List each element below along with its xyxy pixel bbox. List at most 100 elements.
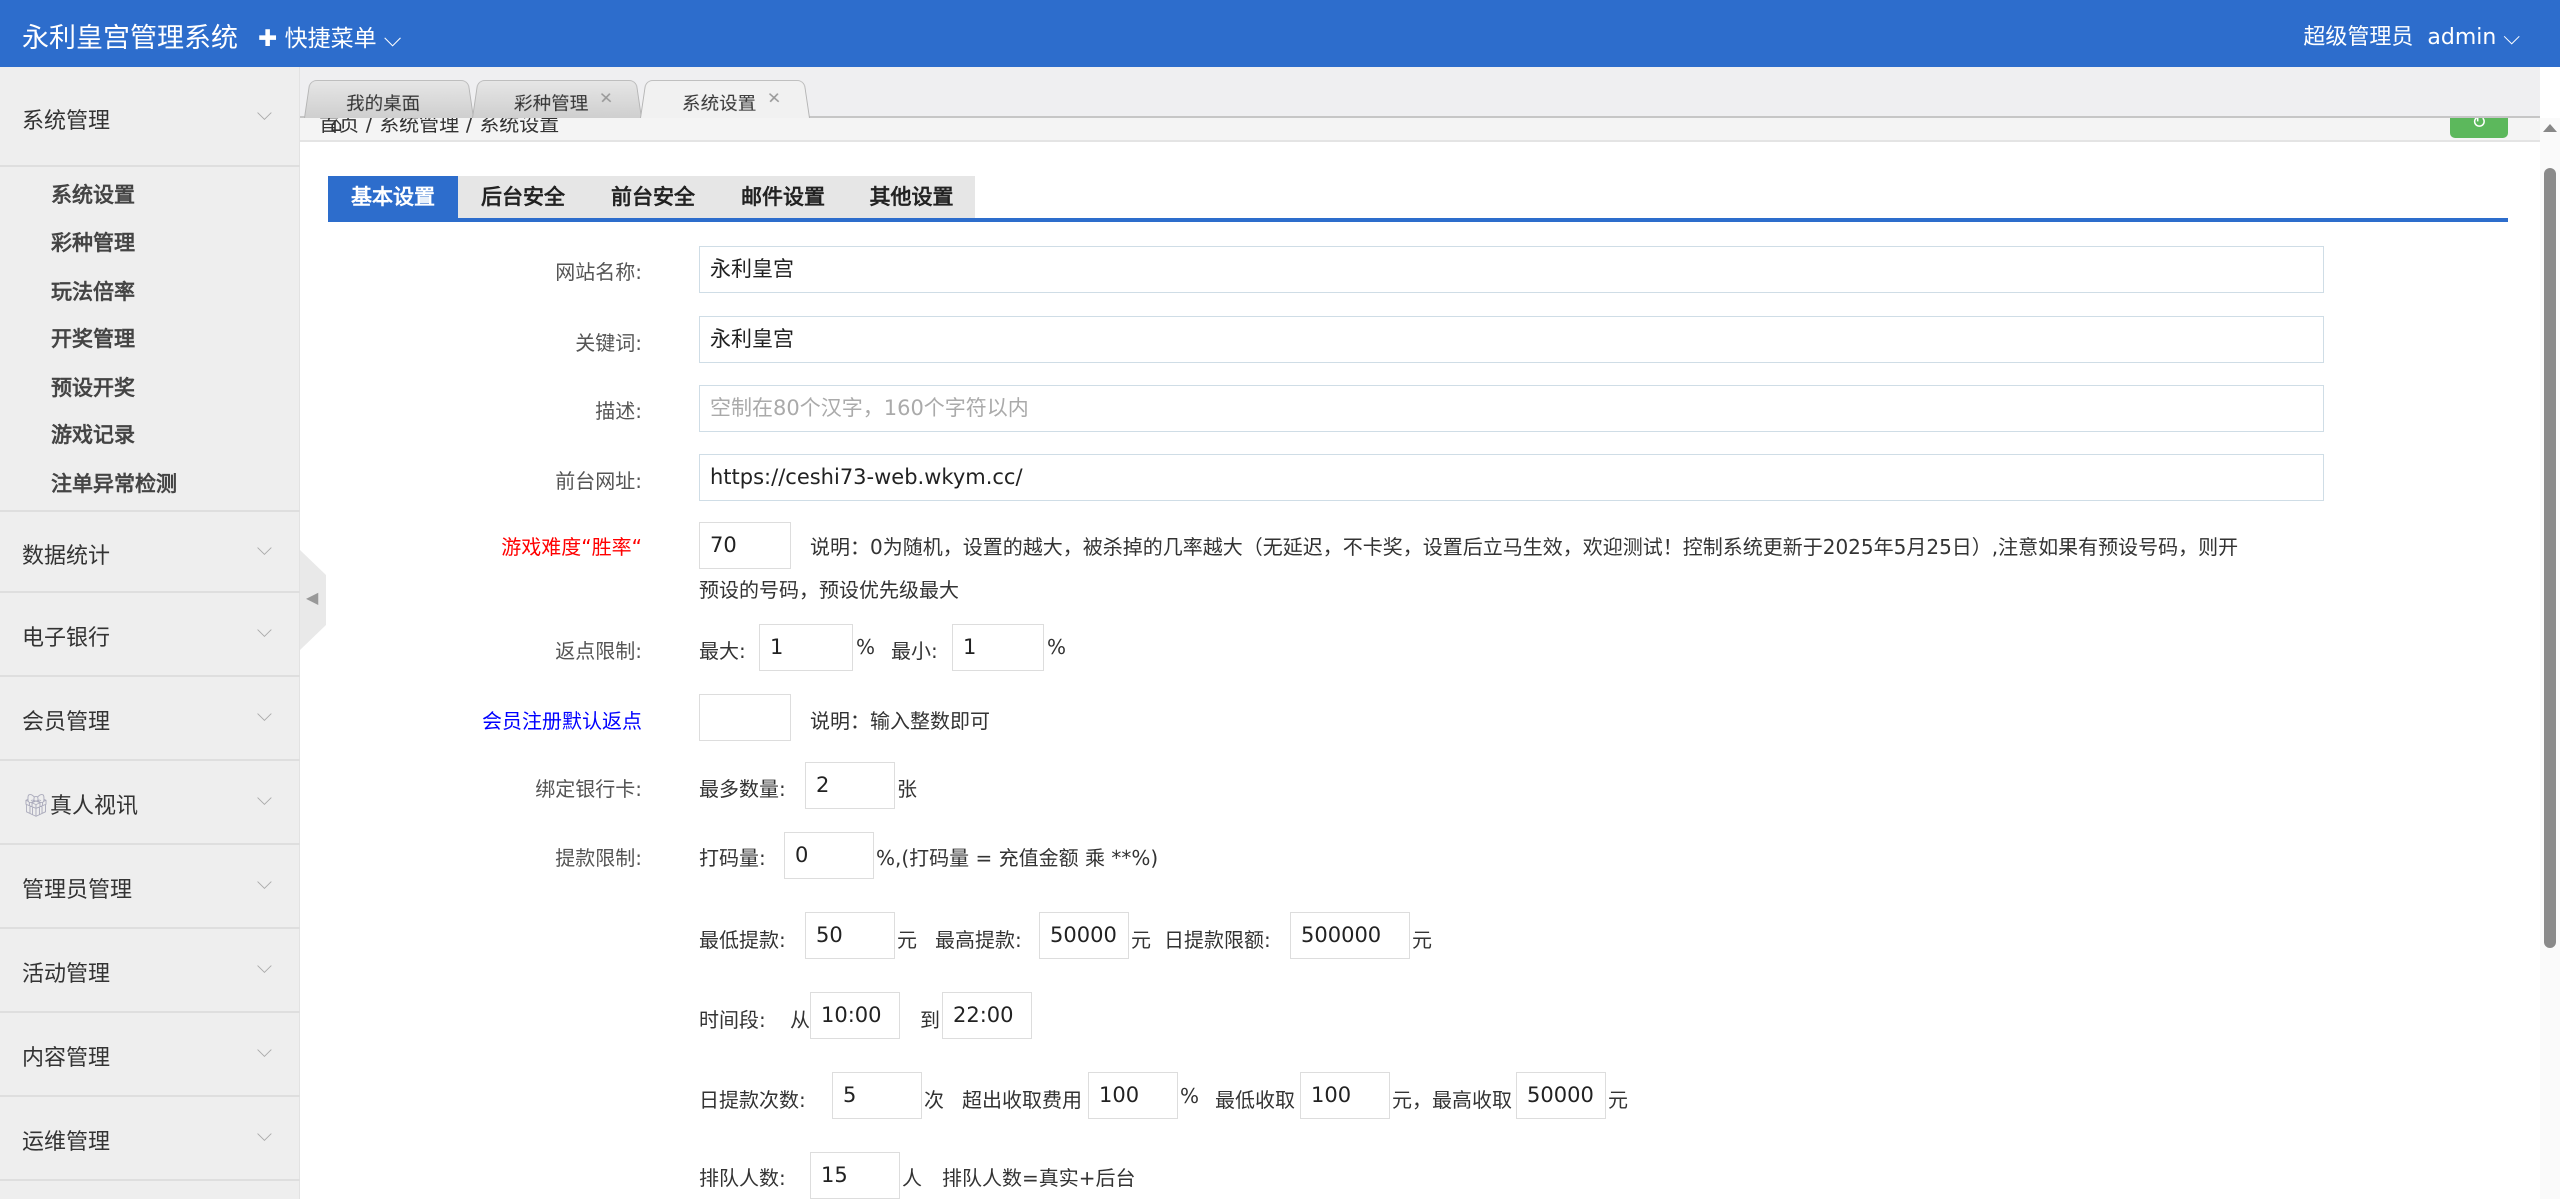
rebate-min-input[interactable]: 1	[952, 624, 1044, 671]
difficulty-note-2: 预设的号码，预设优先级最大	[699, 578, 959, 602]
reg-rebate-input[interactable]	[699, 694, 791, 741]
group-label: 系统管理	[22, 109, 111, 134]
tab-admin-security[interactable]: 后台安全	[458, 176, 588, 218]
unit-label: 元	[897, 928, 917, 952]
sidebar-group-admins[interactable]: 管理员管理 ⌵	[0, 846, 300, 929]
rebate-max-input[interactable]: 1	[759, 624, 853, 671]
breadcrumb-level2: 系统设置	[479, 118, 560, 136]
daily-count-input[interactable]: 5	[832, 1072, 922, 1119]
bet-note: %,(打码量 = 充值金额 乘 **%)	[876, 846, 1159, 870]
sidebar-group-stats[interactable]: 数据统计 ⌵	[0, 510, 300, 593]
difficulty-input[interactable]: 70	[699, 522, 791, 569]
reg-rebate-note: 说明：输入整数即可	[810, 709, 990, 733]
scrollbar-thumb[interactable]	[2544, 168, 2556, 948]
description-input[interactable]: 空制在80个汉字，160个字符以内	[699, 385, 2324, 432]
scroll-up-icon[interactable]	[2543, 124, 2557, 132]
tab-lottery[interactable]: 彩种管理 ✕	[472, 79, 642, 118]
tab-other[interactable]: 其他设置	[848, 176, 975, 218]
refresh-icon: ↻	[2471, 118, 2487, 133]
tab-email[interactable]: 邮件设置	[718, 176, 848, 218]
start-time-input[interactable]: 10:00	[810, 992, 900, 1039]
bank-max-input[interactable]: 2	[805, 762, 895, 809]
close-icon[interactable]: ✕	[767, 90, 782, 109]
group-label: 电子银行	[22, 626, 111, 651]
time-label: 时间段:	[699, 1008, 766, 1032]
user-menu[interactable]: 超级管理员 admin ⌵	[2303, 19, 2520, 51]
sidebar-item-system-settings[interactable]: 系统设置	[51, 179, 135, 209]
frontend-url-input[interactable]: https://ceshi73-web.wkym.cc/	[699, 454, 2324, 501]
sidebar-item-draw[interactable]: 开奖管理	[51, 323, 135, 353]
sidebar-item-odds[interactable]: 玩法倍率	[51, 276, 135, 306]
sidebar-item-lottery[interactable]: 彩种管理	[51, 227, 135, 257]
bank-label: 绑定银行卡:	[535, 777, 642, 801]
bank-max-label: 最多数量:	[699, 777, 786, 801]
user-role: 超级管理员	[2303, 25, 2414, 50]
rebate-min-label: 最小:	[891, 639, 938, 663]
keywords-input[interactable]: 永利皇宫	[699, 316, 2324, 363]
difficulty-label: 游戏难度“胜率“	[501, 535, 642, 559]
tab-basic[interactable]: 基本设置	[328, 176, 458, 218]
chevron-down-icon: ⌵	[256, 702, 272, 726]
gift-icon: 🎁︎	[22, 794, 50, 819]
breadcrumb-level1[interactable]: 系统管理	[379, 118, 459, 136]
sidebar-group-content[interactable]: 内容管理 ⌵	[0, 1014, 300, 1097]
chevron-down-icon: ⌵	[256, 618, 272, 642]
max-withdraw-input[interactable]: 50000	[1039, 912, 1129, 959]
site-name-input[interactable]: 永利皇宫	[699, 246, 2324, 293]
daily-limit-label: 日提款限额:	[1164, 928, 1271, 952]
plus-icon: ✚	[258, 26, 285, 52]
sidebar-item-preset-draw[interactable]: 预设开奖	[51, 372, 135, 402]
to-label: 到	[920, 1008, 940, 1032]
top-header: 永利皇宫管理系统 ✚ 快捷菜单 ⌵ 超级管理员 admin ⌵	[0, 0, 2560, 67]
bet-label: 打码量:	[699, 846, 766, 870]
unit-label: 人	[902, 1166, 922, 1190]
min-fee-label: 最低收取	[1215, 1088, 1295, 1112]
withdraw-label: 提款限制:	[555, 846, 642, 870]
chevron-down-icon: ⌵	[2496, 25, 2520, 50]
username: admin	[2427, 25, 2497, 50]
close-icon[interactable]: ✕	[599, 90, 614, 109]
max-fee-label: 元，最高收取	[1392, 1088, 1512, 1112]
group-label: 数据统计	[22, 544, 111, 569]
end-time-input[interactable]: 22:00	[942, 992, 1032, 1039]
refresh-button[interactable]: ↻	[2450, 118, 2508, 138]
tab-system-settings[interactable]: 系统设置 ✕	[640, 79, 810, 118]
sidebar-group-members[interactable]: 会员管理 ⌵	[0, 678, 300, 761]
unit-label: %	[1180, 1084, 1200, 1108]
sidebar-item-bet-anomaly[interactable]: 注单异常检测	[51, 468, 177, 498]
unit-label: %	[1047, 635, 1067, 659]
reg-rebate-label: 会员注册默认返点	[482, 709, 642, 733]
fee-input[interactable]: 100	[1088, 1072, 1178, 1119]
tab-label: 彩种管理	[513, 93, 589, 115]
sidebar: 系统管理 ⌵ 系统设置 彩种管理 玩法倍率 开奖管理 预设开奖 游戏记录 注单异常…	[0, 67, 300, 1199]
sidebar-item-game-records[interactable]: 游戏记录	[51, 419, 135, 449]
sidebar-group-ops[interactable]: 运维管理 ⌵	[0, 1098, 300, 1181]
unit-label: 张	[897, 777, 917, 801]
daily-limit-input[interactable]: 500000	[1290, 912, 1410, 959]
chevron-down-icon: ⌵	[256, 1122, 272, 1146]
breadcrumb-home[interactable]: 首页	[319, 118, 359, 136]
tab-label: 我的桌面	[345, 93, 421, 115]
chevron-down-icon: ⌵	[256, 536, 272, 560]
queue-input[interactable]: 15	[810, 1152, 900, 1199]
sidebar-group-live[interactable]: 🎁︎真人视讯 ⌵	[0, 762, 300, 845]
description-label: 描述:	[595, 399, 642, 423]
bet-input[interactable]: 0	[784, 832, 874, 879]
min-fee-input[interactable]: 100	[1300, 1072, 1390, 1119]
unit-label: 元	[1131, 928, 1151, 952]
sidebar-group-ebank[interactable]: 电子银行 ⌵	[0, 594, 300, 677]
max-fee-input[interactable]: 50000	[1516, 1072, 1606, 1119]
sidebar-group-system[interactable]: 系统管理 ⌵	[0, 67, 300, 167]
page-tab-bar: 我的桌面 彩种管理 ✕ 系统设置 ✕	[300, 67, 2540, 118]
sidebar-collapse-handle[interactable]: ◀	[300, 550, 326, 650]
tab-front-security[interactable]: 前台安全	[588, 176, 718, 218]
tab-desktop[interactable]: 我的桌面	[304, 79, 474, 118]
sidebar-group-activities[interactable]: 活动管理 ⌵	[0, 930, 300, 1013]
quick-menu-button[interactable]: ✚ 快捷菜单 ⌵	[258, 19, 401, 53]
breadcrumb-separator: /	[465, 118, 473, 136]
site-name-label: 网站名称:	[555, 260, 642, 284]
rebate-label: 返点限制:	[555, 639, 642, 663]
chevron-down-icon: ⌵	[256, 101, 272, 125]
breadcrumb: ⌂ 首页 / 系统管理 / 系统设置	[300, 118, 2540, 142]
min-withdraw-input[interactable]: 50	[805, 912, 895, 959]
